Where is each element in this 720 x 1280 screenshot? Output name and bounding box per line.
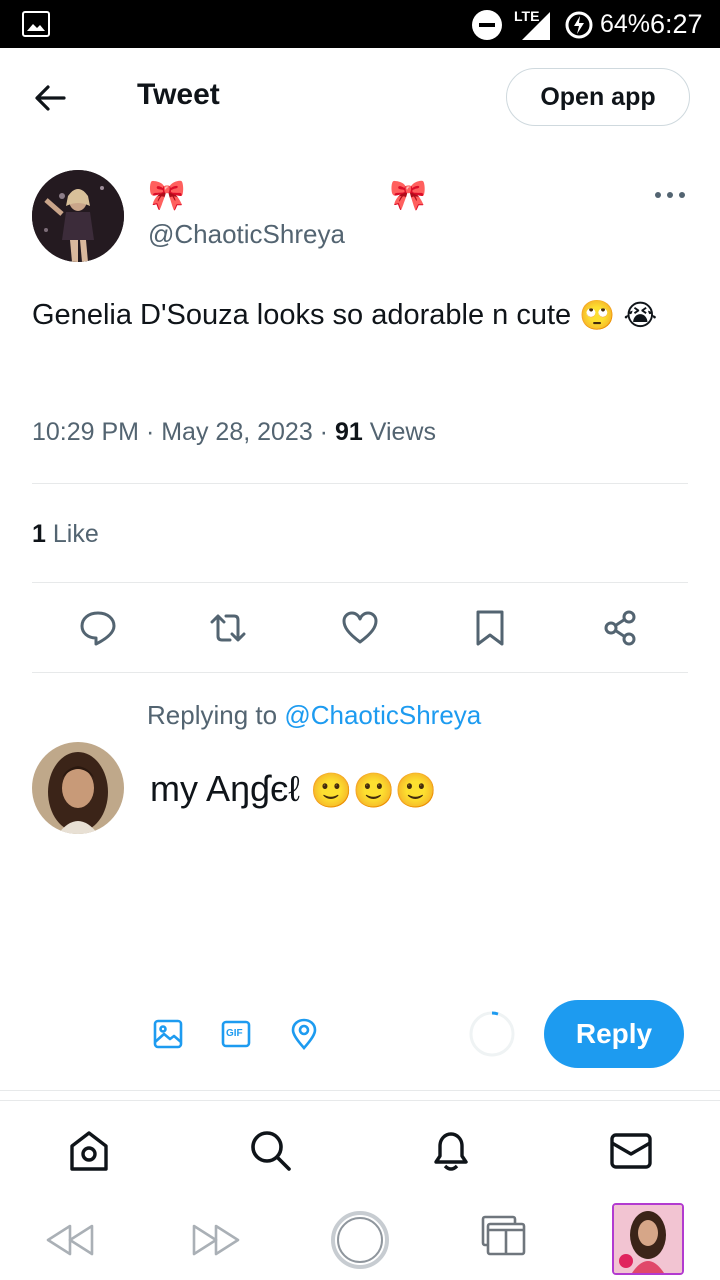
notifications-icon[interactable] (428, 1128, 474, 1174)
gallery-notification-icon (22, 11, 50, 37)
reply-textarea[interactable]: my Aŋɠєℓ 🙂🙂🙂 (150, 768, 437, 811)
battery-saver-icon (564, 10, 594, 40)
open-app-button[interactable]: Open app (506, 68, 690, 126)
page-title: Tweet (137, 78, 220, 111)
display-name[interactable]: 🎀 🎀 (148, 178, 525, 213)
smile-emoji: 🙂 (310, 772, 353, 811)
search-icon[interactable] (248, 1128, 294, 1174)
reply-icon[interactable] (78, 608, 118, 648)
gif-label: GIF (226, 1028, 243, 1039)
reply-button[interactable]: Reply (544, 1000, 684, 1068)
tweet-text-body: Genelia D'Souza looks so adorable n cute (32, 299, 572, 331)
replying-to: Replying to @ChaoticShreya (147, 700, 481, 731)
author-handle[interactable]: @ChaoticShreya (148, 219, 345, 250)
author-avatar[interactable] (32, 170, 124, 262)
smile-emoji: 🙂 (394, 772, 438, 811)
likes-count: 1 (32, 520, 46, 548)
dnd-icon (472, 10, 502, 40)
reply-text: my Aŋɠєℓ (150, 768, 301, 809)
rewind-icon[interactable] (44, 1214, 96, 1266)
like-icon[interactable] (340, 608, 380, 648)
tabs-icon[interactable] (478, 1212, 530, 1264)
home-icon[interactable] (66, 1128, 112, 1174)
tweet-text: Genelia D'Souza looks so adorable n cute… (32, 294, 692, 337)
status-bar: LTE 64% 6:27 (0, 0, 720, 48)
share-icon[interactable] (600, 608, 640, 648)
tweet-meta: 10:29 PM · May 28, 2023 · 91 Views (32, 418, 436, 446)
smile-emoji: 🙂 (352, 772, 395, 811)
bookmark-icon[interactable] (470, 608, 510, 648)
character-count-indicator (468, 1010, 516, 1058)
retweet-icon[interactable] (208, 608, 248, 648)
app-thumbnail[interactable] (612, 1203, 684, 1275)
divider (0, 1100, 720, 1101)
gif-icon[interactable]: GIF (220, 1018, 252, 1050)
replying-to-label: Replying to (147, 700, 278, 730)
browser-home-icon[interactable] (330, 1210, 390, 1270)
location-icon[interactable] (288, 1018, 320, 1050)
likes-label: Like (52, 520, 99, 548)
divider (32, 483, 688, 484)
tweet-time: 10:29 PM (32, 418, 140, 446)
messages-icon[interactable] (608, 1128, 654, 1174)
more-options-icon[interactable] (652, 186, 688, 204)
signal-icon (522, 12, 550, 40)
divider (32, 672, 688, 673)
fast-forward-icon[interactable] (190, 1214, 242, 1266)
battery-level: 64% (600, 10, 651, 38)
eye-roll-emoji: 🙄 (579, 300, 616, 333)
views-label: Views (369, 418, 436, 446)
clock: 6:27 (650, 9, 703, 39)
tweet-date: May 28, 2023 (161, 418, 313, 446)
likes-count-row[interactable]: 1 Like (32, 520, 99, 549)
back-arrow-icon[interactable] (30, 78, 70, 118)
crying-emoji: 😭 (623, 300, 658, 333)
divider (0, 1090, 720, 1091)
replying-to-handle[interactable]: @ChaoticShreya (284, 700, 481, 730)
views-count: 91 (334, 418, 363, 446)
image-icon[interactable] (152, 1018, 184, 1050)
user-avatar (32, 742, 124, 834)
divider (32, 582, 688, 583)
